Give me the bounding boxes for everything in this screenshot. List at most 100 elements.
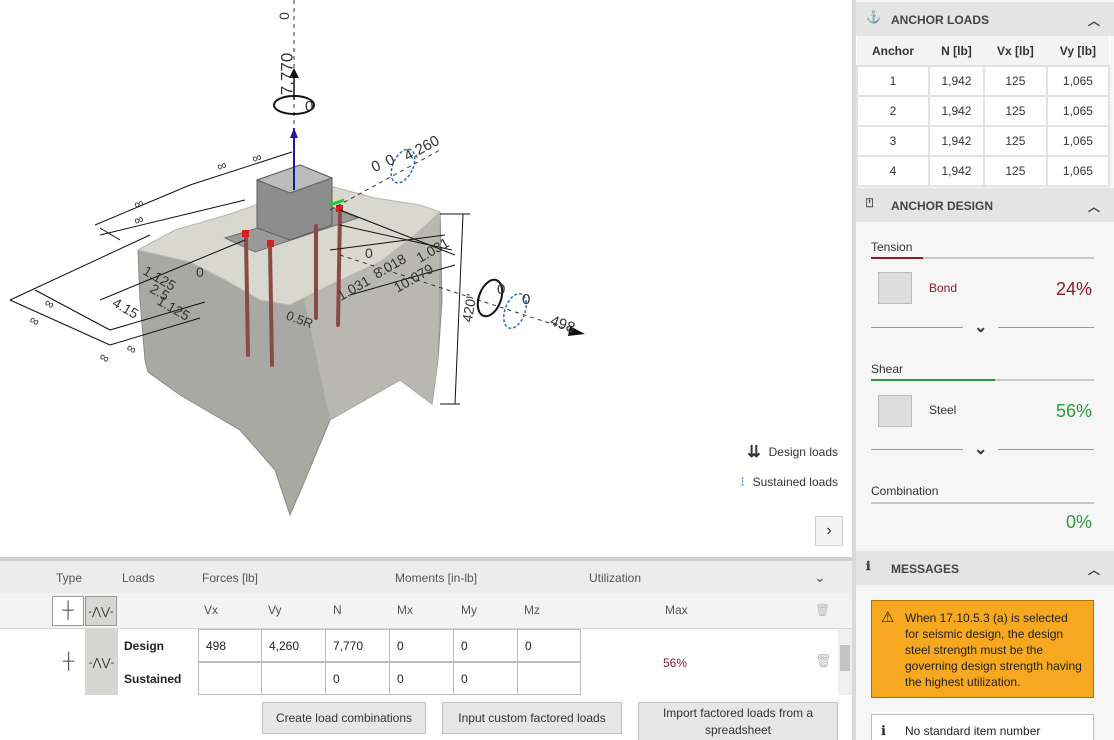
- col-vx: Vx: [204, 603, 219, 617]
- n-tip-label: 0: [275, 12, 292, 20]
- chevron-up-icon[interactable]: ︿: [1088, 561, 1100, 578]
- left-dim-zero: 0: [196, 264, 204, 280]
- col-moments: Moments [in-lb]: [395, 571, 478, 585]
- warning-message: ⚠ When 17.10.5.3 (a) is selected for sei…: [871, 600, 1094, 698]
- create-load-combinations-button[interactable]: Create load combinations: [262, 702, 426, 734]
- steel-utilization: 56%: [1055, 401, 1092, 421]
- col-n: N: [333, 603, 342, 617]
- sustained-mx-input[interactable]: 0: [389, 662, 454, 695]
- anchor-loads-header[interactable]: ⚓ ANCHOR LOADS ︿: [856, 2, 1114, 36]
- anchor-design-icon: ⍞: [866, 196, 874, 210]
- tension-label: Tension: [871, 240, 913, 254]
- chevron-right-icon: ›: [826, 522, 832, 539]
- bond-label: Bond: [929, 281, 958, 295]
- info-icon: ℹ: [881, 723, 886, 738]
- design-vy-input[interactable]: 4,260: [261, 629, 326, 662]
- col-forces: Forces [lb]: [202, 571, 259, 585]
- bond-failure-icon: [878, 272, 912, 304]
- divider: [871, 449, 963, 450]
- 3d-viewport[interactable]: 0 7,770 0 0 0 4,260 0 0 498 420" 0.5R 1.…: [0, 0, 852, 557]
- col-type: Type: [56, 571, 83, 585]
- design-mx-input[interactable]: 0: [389, 629, 454, 662]
- steel-label: Steel: [929, 403, 957, 417]
- design-my-input[interactable]: 0: [453, 629, 518, 662]
- anchor-loads-table: Anchor N [lb] Vx [lb] Vy [lb] 1 1,942 12…: [856, 36, 1111, 187]
- col-n-lb: N [lb]: [929, 36, 984, 67]
- col-max: Max: [665, 603, 688, 617]
- shear-bar: [871, 379, 995, 381]
- col-mz: Mz: [524, 603, 540, 617]
- legend-design-loads: ⇊ Design loads: [747, 444, 838, 461]
- col-vy: Vy: [268, 603, 282, 617]
- expand-panel-button[interactable]: ›: [815, 516, 843, 546]
- seismic-load-type-button[interactable]: -⋀⋁-: [85, 596, 117, 626]
- sustained-my-input[interactable]: 0: [453, 662, 518, 695]
- combination-underline: [871, 502, 1094, 504]
- chevron-down-icon[interactable]: ⌄: [974, 317, 987, 337]
- col-my: My: [461, 603, 477, 617]
- import-loads-button[interactable]: Import factored loads from a spreadsheet: [638, 702, 838, 740]
- right-dim-zero: 0: [365, 245, 373, 261]
- static-load-type-button[interactable]: ┼: [52, 596, 84, 626]
- chevron-up-icon[interactable]: ︿: [1088, 12, 1100, 29]
- steel-failure-icon: [878, 395, 912, 427]
- loads-scrollbar[interactable]: [838, 629, 852, 695]
- design-vx-input[interactable]: 498: [198, 629, 262, 662]
- anchor-design-header[interactable]: ⍞ ANCHOR DESIGN ︿: [856, 188, 1114, 222]
- mz-label: 0: [305, 98, 314, 115]
- results-sidebar: ⚓ ANCHOR LOADS ︿ Anchor N [lb] Vx [lb] V…: [852, 0, 1114, 740]
- col-utilization: Utilization: [589, 571, 642, 585]
- loads-panel: Type Loads Forces [lb] Moments [in-lb] U…: [0, 557, 852, 740]
- col-loads: Loads: [122, 571, 155, 585]
- tension-bar: [871, 257, 923, 259]
- sustained-loads-icon: ⁝: [740, 474, 745, 489]
- static-load-icon: ┼: [62, 602, 74, 619]
- design-n-input[interactable]: 7,770: [325, 629, 390, 662]
- sustained-vx-input[interactable]: [198, 662, 262, 695]
- seismic-wave-icon: -⋀⋁-: [88, 605, 114, 618]
- shear-label: Shear: [871, 362, 904, 376]
- col-vx-lb: Vx [lb]: [983, 36, 1047, 67]
- bond-utilization: 24%: [1055, 279, 1092, 299]
- design-mz-input[interactable]: 0: [517, 629, 581, 662]
- delete-row-icon[interactable]: 🗑: [815, 653, 832, 669]
- combination-label: Combination: [871, 484, 939, 498]
- chevron-down-icon[interactable]: ⌄: [974, 439, 987, 459]
- collapse-loads-icon[interactable]: ⌄: [814, 569, 826, 586]
- row-static-icon: ┼: [62, 653, 75, 670]
- table-row: 4 1,942 125 1,065: [856, 155, 1111, 187]
- divider: [871, 327, 963, 328]
- col-anchor: Anchor: [857, 36, 930, 67]
- col-vy-lb: Vy [lb]: [1046, 36, 1109, 67]
- info-icon: ℹ: [866, 559, 871, 573]
- anchor-loads-icon: ⚓: [866, 10, 881, 24]
- scrollbar-thumb[interactable]: [840, 645, 850, 671]
- n-load-label: 7,770: [277, 52, 297, 96]
- chevron-up-icon[interactable]: ︿: [1088, 198, 1100, 215]
- messages-header[interactable]: ℹ MESSAGES ︿: [856, 551, 1114, 585]
- sustained-mz-input[interactable]: [517, 662, 581, 695]
- loads-subheader: ┼ -⋀⋁- Vx Vy N Mx My Mz Max 🗑: [0, 593, 852, 629]
- sustained-vy-input[interactable]: [261, 662, 326, 695]
- combination-utilization: 0%: [1065, 512, 1092, 532]
- row-label-sustained: Sustained: [124, 672, 182, 686]
- loads-rows: ┼ -⋀⋁- Design Sustained 498 4,260 7,770 …: [0, 629, 852, 695]
- divider: [998, 327, 1094, 328]
- warning-icon: ⚠: [881, 609, 895, 626]
- my-label-b: 0: [522, 291, 531, 308]
- table-row: 1 1,942 125 1,065: [856, 65, 1111, 97]
- loads-header: Type Loads Forces [lb] Moments [in-lb] U…: [0, 561, 852, 593]
- info-message: ℹ No standard item number: [871, 714, 1094, 740]
- table-row: 2 1,942 125 1,065: [856, 95, 1111, 127]
- row-label-design: Design: [124, 639, 165, 653]
- delete-all-icon[interactable]: 🗑: [815, 603, 830, 617]
- my-label-a: 0: [497, 281, 506, 298]
- utilization-value: 56%: [663, 656, 688, 670]
- row-seismic-icon: -⋀⋁-: [85, 629, 118, 695]
- divider: [998, 449, 1094, 450]
- sustained-n-input[interactable]: 0: [325, 662, 390, 695]
- col-mx: Mx: [397, 603, 413, 617]
- design-loads-icon: ⇊: [747, 444, 761, 461]
- table-row: 3 1,942 125 1,065: [856, 125, 1111, 157]
- input-custom-loads-button[interactable]: Input custom factored loads: [442, 702, 622, 734]
